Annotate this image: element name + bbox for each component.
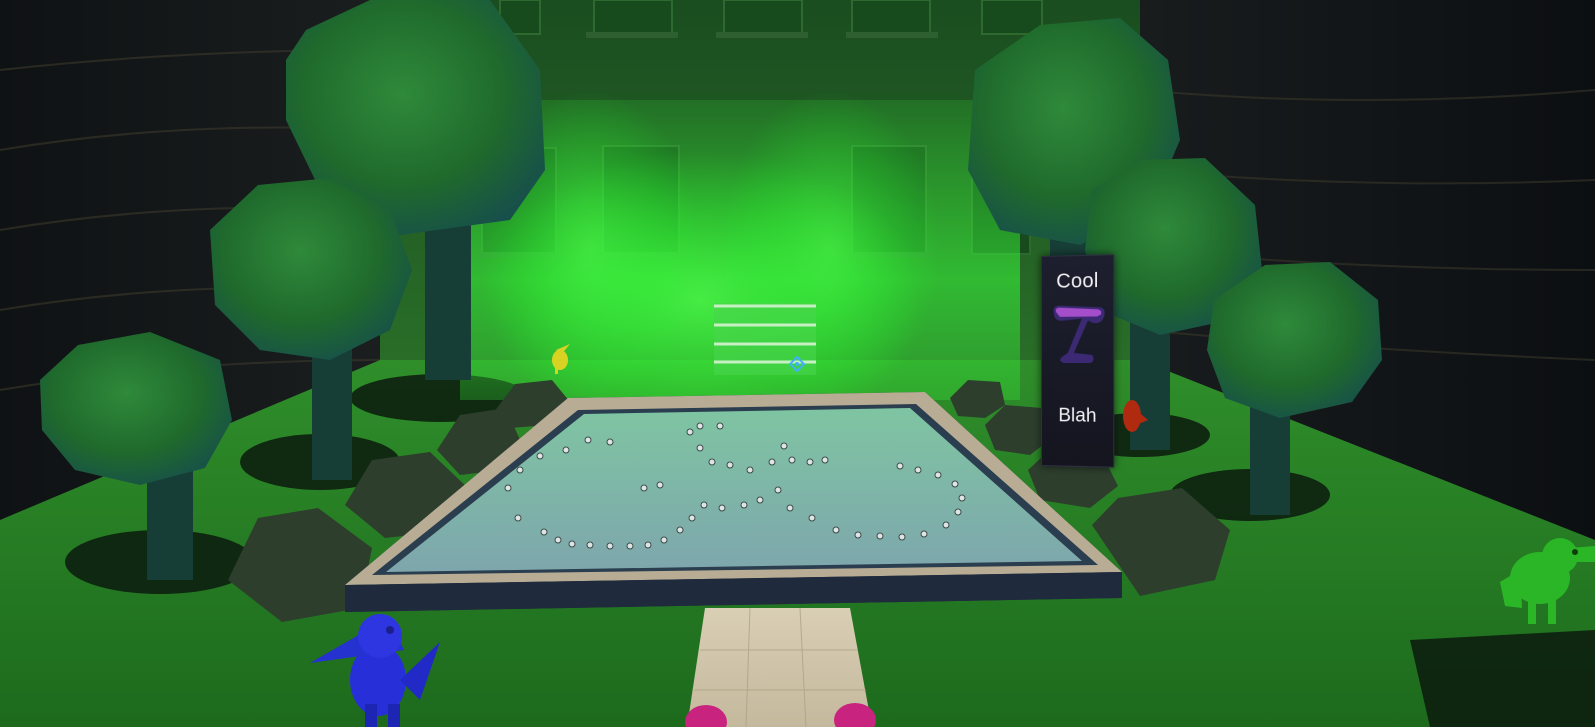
info-signboard[interactable]: Cool Blah bbox=[1041, 254, 1115, 468]
crosshair-reticle-icon bbox=[789, 356, 805, 372]
sign-bottom-label: Blah bbox=[1058, 405, 1097, 427]
sign-top-label: Cool bbox=[1056, 269, 1099, 293]
purple-hammer-icon bbox=[1053, 305, 1105, 364]
